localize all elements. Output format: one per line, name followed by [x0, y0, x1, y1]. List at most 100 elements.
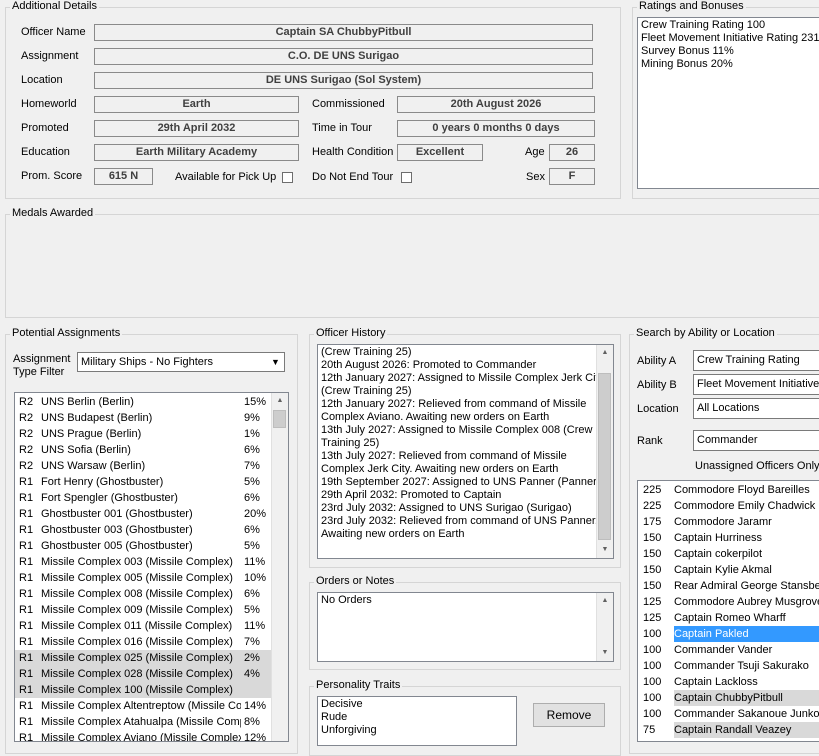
officer-name-label: Officer Name	[21, 26, 86, 38]
potential-assignments-title: Potential Assignments	[10, 327, 123, 339]
ability-a-select[interactable]: Crew Training Rating	[693, 350, 819, 371]
assignment-name: Missile Complex 025 (Missile Complex)	[41, 652, 233, 664]
orders-title: Orders or Notes	[314, 575, 397, 587]
assignment-row[interactable]: R2 UNS Sofia (Berlin) 6%	[15, 442, 272, 458]
assignment-row[interactable]: R1 Missile Complex 008 (Missile Complex) 6…	[15, 586, 272, 602]
assignment-row[interactable]: R1 Ghostbuster 005 (Ghostbuster) 5%	[15, 538, 272, 554]
result-score: 225	[643, 482, 665, 498]
scroll-down-icon[interactable]: ▼	[597, 542, 613, 558]
pickup-label: Available for Pick Up	[175, 171, 277, 183]
assignment-row[interactable]: R1 Missile Complex 028 (Missile Complex) 4…	[15, 666, 272, 682]
search-result-row[interactable]: 100 Commander Tsuji Sakurako	[638, 658, 819, 674]
history-line: 23rd July 2032: Relieved from command of…	[321, 515, 598, 527]
assignment-row[interactable]: R1 Ghostbuster 001 (Ghostbuster) 20%	[15, 506, 272, 522]
result-score: 100	[643, 642, 665, 658]
assignment-name: Missile Complex Altentreptow (Missile Co…	[41, 700, 241, 712]
ability-b-select[interactable]: Fleet Movement Initiative Ra	[693, 374, 819, 395]
potential-assignments-list[interactable]: R2 UNS Berlin (Berlin) 15% R2 UNS Budapest (…	[14, 392, 289, 742]
scroll-up-icon[interactable]: ▲	[597, 345, 613, 361]
assignment-row[interactable]: R1 Fort Henry (Ghostbuster) 5%	[15, 474, 272, 490]
assignment-row[interactable]: R2 UNS Berlin (Berlin) 15%	[15, 394, 272, 410]
scroll-thumb[interactable]	[273, 410, 286, 428]
health-label: Health Condition	[312, 146, 394, 158]
search-result-row[interactable]: 150 Captain Kylie Akmal	[638, 562, 819, 578]
assignment-percent: 20%	[244, 508, 267, 520]
officer-name-field: Captain SA ChubbyPitbull	[94, 24, 593, 41]
search-result-row[interactable]: 125 Commodore Aubrey Musgrove	[638, 594, 819, 610]
search-result-row[interactable]: 150 Rear Admiral George Stansberry	[638, 578, 819, 594]
result-score: 225	[643, 498, 665, 514]
rank-select[interactable]: Commander	[693, 430, 819, 451]
chevron-down-icon[interactable]: ▼	[267, 353, 284, 371]
age-field: 26	[549, 144, 595, 161]
orders-textarea[interactable]: No Orders ▲ ▼	[317, 592, 614, 662]
not-end-tour-checkbox[interactable]	[401, 172, 412, 183]
search-result-row[interactable]: 150 Captain Hurriness	[638, 530, 819, 546]
assignment-row[interactable]: R2 UNS Prague (Berlin) 1%	[15, 426, 272, 442]
time-in-tour-field: 0 years 0 months 0 days	[397, 120, 595, 137]
history-scrollbar[interactable]: ▲ ▼	[596, 345, 613, 558]
scroll-up-icon[interactable]: ▲	[272, 393, 288, 409]
assignment-row[interactable]: R1 Missile Complex 005 (Missile Complex) 1…	[15, 570, 272, 586]
assignment-name: Ghostbuster 005 (Ghostbuster)	[41, 540, 193, 552]
assignment-row[interactable]: R1 Missile Complex 016 (Missile Complex) 7…	[15, 634, 272, 650]
personality-list[interactable]: Decisive Rude Unforgiving	[317, 696, 517, 746]
search-result-row[interactable]: 175 Commodore Jaramr	[638, 514, 819, 530]
pickup-checkbox[interactable]	[282, 172, 293, 183]
assignment-rank: R1	[19, 572, 34, 584]
assignment-row[interactable]: R2 UNS Warsaw (Berlin) 7%	[15, 458, 272, 474]
assignment-row[interactable]: R1 Missile Complex 009 (Missile Complex) 5…	[15, 602, 272, 618]
result-score: 150	[643, 578, 665, 594]
result-name: Rear Admiral George Stansberry	[674, 580, 819, 592]
result-score: 100	[643, 628, 662, 640]
assignment-row[interactable]: R1 Ghostbuster 003 (Ghostbuster) 6%	[15, 522, 272, 538]
search-result-row[interactable]: 125 Captain Romeo Wharff	[638, 610, 819, 626]
assignment-row[interactable]: R2 UNS Budapest (Berlin) 9%	[15, 410, 272, 426]
search-result-row[interactable]: 100 Captain Lackloss	[638, 674, 819, 690]
search-result-row[interactable]: 100 Commander Vander	[638, 642, 819, 658]
assignment-type-filter-select[interactable]: Military Ships - No Fighters ▼	[77, 352, 285, 372]
result-name: Commander Vander	[674, 644, 773, 656]
remove-trait-button[interactable]: Remove	[533, 703, 605, 727]
time-in-tour-label: Time in Tour	[312, 122, 372, 134]
assignment-filter-label-1: Assignment	[13, 353, 71, 365]
assignment-row[interactable]: R1 Missile Complex 003 (Missile Complex) 1…	[15, 554, 272, 570]
history-line: 29th April 2032: Promoted to Captain	[321, 489, 502, 501]
search-result-row[interactable]: 225 Commodore Floyd Bareilles	[638, 482, 819, 498]
homeworld-field: Earth	[94, 96, 299, 113]
assignment-percent: 6%	[244, 524, 260, 536]
history-line: Training 25)	[321, 437, 380, 449]
assignment-row[interactable]: R1 Missile Complex Atahualpa (Missile Com…	[15, 714, 272, 730]
search-result-row[interactable]: 225 Commodore Emily Chadwick	[638, 498, 819, 514]
assignment-rank: R1	[19, 732, 34, 742]
search-result-row[interactable]: 100 Commander Sakanoue Junko	[638, 706, 819, 722]
assignment-name: Missile Complex 009 (Missile Complex)	[41, 604, 233, 616]
search-results-list[interactable]: 225 Commodore Floyd Bareilles 225 Commodore…	[637, 480, 819, 742]
assignment-row[interactable]: R1 Missile Complex 025 (Missile Complex) 2…	[15, 650, 272, 666]
history-line: (Crew Training 25)	[321, 346, 412, 358]
assignment-name: Missile Complex 005 (Missile Complex)	[41, 572, 233, 584]
assignment-field: C.O. DE UNS Surigao	[94, 48, 593, 65]
assignment-row[interactable]: R1 Fort Spengler (Ghostbuster) 6%	[15, 490, 272, 506]
search-result-row[interactable]: 150 Captain cokerpilot	[638, 546, 819, 562]
assignment-row[interactable]: R1 Missile Complex Altentreptow (Missile …	[15, 698, 272, 714]
assignment-name: UNS Berlin (Berlin)	[41, 396, 134, 408]
assignment-rank: R1	[19, 524, 34, 536]
officer-history-box[interactable]: (Crew Training 25) 20th August 2026: Prom…	[317, 344, 614, 559]
trait-item: Unforgiving	[321, 724, 377, 736]
search-result-row[interactable]: 100 Captain Pakled	[638, 626, 819, 642]
search-result-row[interactable]: 100 Captain ChubbyPitbull	[638, 690, 819, 706]
scroll-up-icon[interactable]: ▲	[597, 593, 613, 609]
assignment-row[interactable]: R1 Missile Complex 011 (Missile Complex) 1…	[15, 618, 272, 634]
result-name: Captain Hurriness	[674, 532, 763, 544]
assignment-percent: 5%	[244, 540, 260, 552]
search-result-row[interactable]: 75 Captain Randall Veazey	[638, 722, 819, 738]
assignment-row[interactable]: R1 Missile Complex 100 (Missile Complex)	[15, 682, 272, 698]
orders-scrollbar[interactable]: ▲ ▼	[596, 593, 613, 661]
search-location-select[interactable]: All Locations	[693, 398, 819, 419]
scroll-down-icon[interactable]: ▼	[597, 645, 613, 661]
scroll-thumb[interactable]	[598, 373, 611, 540]
rating-line: Crew Training Rating 100	[641, 19, 766, 31]
assignments-scrollbar[interactable]: ▲	[271, 393, 288, 741]
assignment-row[interactable]: R1 Missile Complex Aviano (Missile Comple…	[15, 730, 272, 742]
